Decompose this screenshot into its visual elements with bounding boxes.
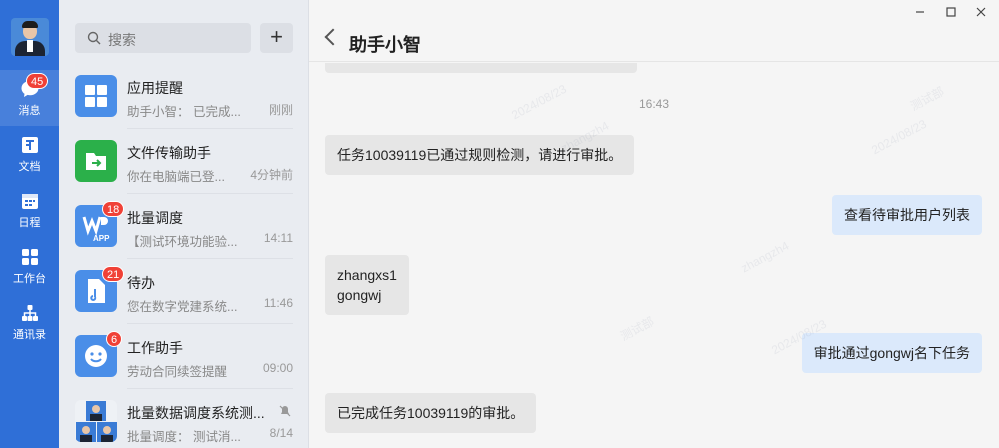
calendar-icon	[21, 194, 38, 209]
conversation-time: 8/14	[269, 426, 293, 440]
conversation-preview: 【测试环境功能验...	[127, 235, 238, 249]
unread-badge: 18	[102, 201, 125, 217]
rail-item-label: 通讯录	[13, 329, 46, 341]
message-bubble-outgoing[interactable]: 审批通过gongwj名下任务	[801, 333, 982, 373]
message-bubble-incoming[interactable]: 任务10039119已通过规则检测，请进行审批。	[325, 135, 635, 175]
conversation-time: 11:46	[263, 296, 293, 310]
conversation-time: 09:00	[262, 361, 293, 375]
rail-item-label: 消息	[18, 105, 41, 117]
workbench-icon	[21, 249, 38, 265]
conversation-name: 批量数据调度系统测...	[127, 405, 265, 421]
rail-item-calendar[interactable]: 日程	[0, 182, 59, 238]
conversation-list: 搜索 + 应用提醒 助手小智： 已完成... 刚刚 文件传输助手 你在电脑端已登…	[59, 0, 309, 448]
user-avatar[interactable]	[11, 18, 49, 56]
list-item[interactable]: 6 工作助手 劳动合同续签提醒 09:00	[59, 324, 309, 389]
left-rail: 消息 45 文档 日程 工作台 通讯录	[0, 0, 59, 448]
watermark-text: 测试部	[618, 314, 657, 344]
rail-item-label: 日程	[18, 217, 41, 229]
app-label: APP	[93, 234, 110, 243]
chat-title: 助手小智	[349, 35, 421, 55]
search-input[interactable]: 搜索	[75, 23, 251, 53]
unread-badge: 21	[102, 266, 125, 282]
conversation-name: 待办	[127, 275, 155, 291]
rail-item-label: 工作台	[13, 273, 46, 285]
conversation-time: 14:11	[263, 231, 293, 245]
rail-item-workbench[interactable]: 工作台	[0, 238, 59, 294]
search-icon	[87, 31, 101, 45]
message-bubble-incoming[interactable]: zhangxs1 gongwj	[325, 255, 409, 315]
rail-item-contacts[interactable]: 通讯录	[0, 294, 59, 350]
chat-panel: 助手小智 16:43 任务10039119已通过规则检测，请进行审批。 查看待审…	[309, 0, 999, 448]
close-icon[interactable]	[973, 4, 989, 20]
list-item[interactable]: 批量数据调度系统测... 批量调度： 测试消... 8/14	[59, 389, 309, 448]
conversation-preview: 您在数字党建系统...	[127, 300, 238, 314]
back-arrow-icon[interactable]	[324, 28, 342, 46]
file-transfer-icon	[75, 140, 117, 182]
conversation-preview: 劳动合同续签提醒	[127, 365, 228, 379]
unread-badge: 45	[26, 73, 49, 89]
list-item[interactable]: 文件传输助手 你在电脑端已登... 4分钟前	[59, 129, 309, 194]
unread-badge: 6	[106, 331, 123, 347]
contacts-icon	[21, 305, 38, 321]
conversation-name: 批量调度	[127, 210, 183, 226]
message-bubble-outgoing[interactable]: 查看待审批用户列表	[832, 195, 982, 235]
rail-item-messages[interactable]: 消息 45	[0, 70, 59, 126]
rail-item-label: 文档	[18, 161, 41, 173]
message-timestamp: 16:43	[638, 97, 670, 111]
add-button[interactable]: +	[260, 23, 293, 53]
plus-icon: +	[270, 24, 283, 49]
conversation-time: 刚刚	[268, 103, 293, 117]
message-bubble-incoming[interactable]: 已完成任务10039119的审批。	[325, 393, 537, 433]
group-avatar-icon	[75, 400, 117, 442]
conversation-time: 4分钟前	[250, 168, 293, 182]
list-item[interactable]: APP 18 批量调度 【测试环境功能验... 14:11	[59, 194, 309, 259]
document-icon	[21, 137, 38, 153]
conversation-name: 工作助手	[127, 340, 183, 356]
conversation-preview: 你在电脑端已登...	[127, 170, 225, 184]
minimize-icon[interactable]	[912, 4, 928, 20]
list-item[interactable]: 应用提醒 助手小智： 已完成... 刚刚	[59, 64, 309, 129]
mute-bell-icon	[279, 405, 291, 417]
message-line: zhangxs1	[337, 267, 397, 283]
maximize-icon[interactable]	[943, 4, 959, 20]
message-line: gongwj	[337, 287, 382, 303]
chat-header: 助手小智	[309, 0, 999, 62]
list-item[interactable]: 21 待办 您在数字党建系统... 11:46	[59, 259, 309, 324]
search-placeholder: 搜索	[108, 32, 136, 48]
conversation-name: 文件传输助手	[127, 145, 211, 161]
watermark-text: 2024/08/23	[869, 116, 929, 158]
conversation-name: 应用提醒	[127, 80, 183, 96]
message-bubble-partial	[325, 63, 637, 73]
conversation-preview: 批量调度： 测试消...	[127, 430, 241, 444]
app-grid-icon	[75, 75, 117, 117]
rail-item-docs[interactable]: 文档	[0, 126, 59, 182]
conversation-preview: 助手小智： 已完成...	[127, 105, 241, 119]
watermark-text: zhangzh4	[738, 238, 792, 276]
